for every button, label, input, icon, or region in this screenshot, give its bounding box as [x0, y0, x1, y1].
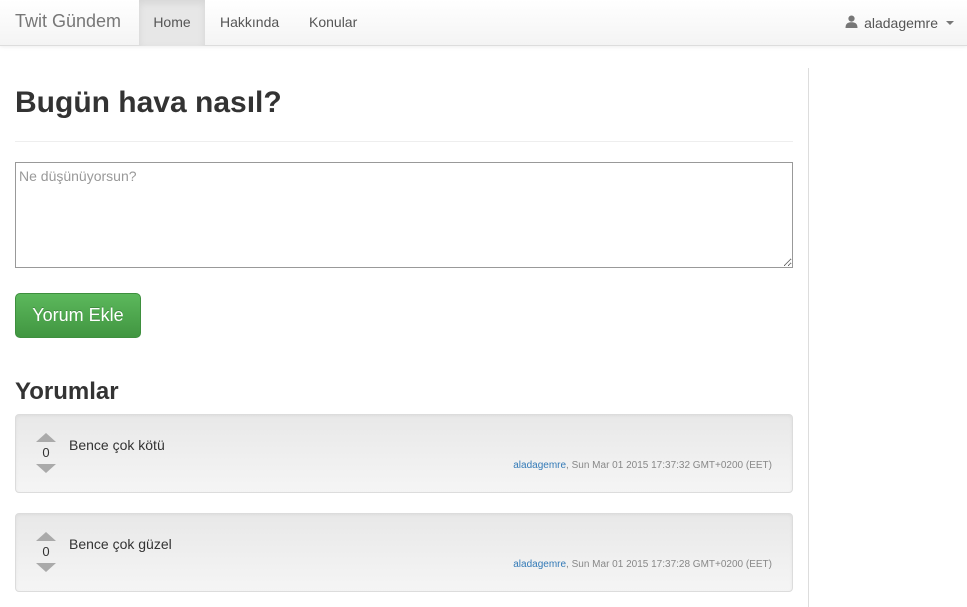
page-title: Bugün hava nasıl? [15, 86, 282, 119]
nav-item-home[interactable]: Home [139, 0, 205, 46]
comment-author-link[interactable]: aladagemre [513, 559, 566, 570]
nav-item-topics[interactable]: Konular [309, 0, 357, 46]
comment-card: 0 Bence çok güzel aladagemre, Sun Mar 01… [15, 513, 793, 592]
nav-item-about[interactable]: Hakkında [220, 0, 279, 46]
downvote-arrow-icon[interactable] [36, 563, 56, 572]
top-navbar: Twit Gündem Home Hakkında Konular aladag… [0, 0, 967, 46]
downvote-arrow-icon[interactable] [36, 464, 56, 473]
user-icon [845, 1, 858, 46]
username-label: aladagemre [864, 14, 938, 31]
comment-meta: aladagemre, Sun Mar 01 2015 17:37:28 GMT… [513, 559, 772, 570]
comment-timestamp: , Sun Mar 01 2015 17:37:28 GMT+0200 (EET… [566, 559, 772, 570]
comment-timestamp: , Sun Mar 01 2015 17:37:32 GMT+0200 (EET… [566, 460, 772, 471]
caret-down-icon [946, 21, 954, 25]
upvote-arrow-icon[interactable] [36, 433, 56, 442]
comment-meta: aladagemre, Sun Mar 01 2015 17:37:32 GMT… [513, 460, 772, 471]
vote-count: 0 [42, 445, 50, 460]
upvote-arrow-icon[interactable] [36, 532, 56, 541]
comment-text: Bence çok kötü [69, 437, 165, 453]
comments-heading: Yorumlar [15, 378, 119, 405]
comment-author-link[interactable]: aladagemre [513, 460, 566, 471]
user-menu-dropdown[interactable]: aladagemre [845, 0, 954, 46]
comment-input[interactable] [15, 162, 793, 268]
comment-text: Bence çok güzel [69, 536, 172, 552]
sidebar-divider [808, 68, 809, 607]
comment-card: 0 Bence çok kötü aladagemre, Sun Mar 01 … [15, 414, 793, 493]
title-divider [15, 141, 793, 142]
vote-count: 0 [42, 544, 50, 559]
add-comment-button[interactable]: Yorum Ekle [15, 293, 141, 338]
brand-link[interactable]: Twit Gündem [15, 11, 121, 32]
